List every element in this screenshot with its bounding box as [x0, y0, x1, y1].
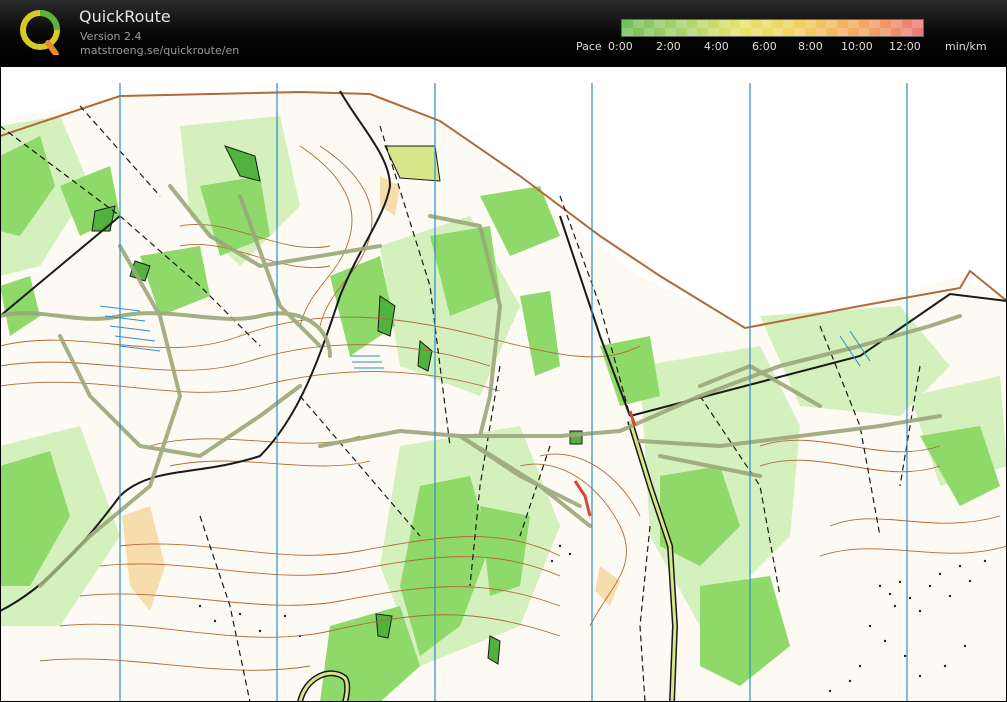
map-canvas[interactable] — [0, 66, 1007, 702]
pace-bar-cell — [772, 28, 784, 36]
pace-bar-cell — [880, 28, 891, 36]
pace-bar-cell — [622, 28, 633, 36]
pace-bar-cell — [869, 20, 880, 28]
orienteering-map[interactable] — [0, 66, 1007, 702]
pace-tick: 12:00 — [889, 40, 921, 53]
pace-bar-cell — [826, 20, 837, 28]
pace-bar-cell — [761, 20, 773, 28]
pace-tick: 6:00 — [752, 40, 777, 53]
pace-bar-cell — [890, 20, 902, 28]
app-version: Version 2.4 — [80, 30, 142, 43]
pace-bar-cell — [847, 20, 859, 28]
pace-tick: 0:00 — [608, 40, 633, 53]
pace-bar-cell — [837, 28, 848, 36]
pace-bar-cell — [912, 20, 923, 28]
pace-bar-cell — [815, 28, 827, 36]
pace-bar-cell — [783, 20, 794, 28]
pace-bar-cell — [794, 28, 805, 36]
pace-bar-cell — [729, 28, 741, 36]
app-title: QuickRoute — [79, 7, 171, 26]
pace-unit: min/km — [945, 40, 987, 53]
app-header: QuickRoute Version 2.4 matstroeng.se/qui… — [0, 0, 1007, 66]
pace-label: Pace — [576, 40, 602, 53]
pace-bar-cell — [643, 28, 655, 36]
pace-bar-cell — [804, 20, 816, 28]
pace-bar-cell — [740, 20, 751, 28]
pace-tick: 2:00 — [656, 40, 681, 53]
app-url[interactable]: matstroeng.se/quickroute/en — [80, 44, 239, 57]
pace-bar-cell — [632, 20, 644, 28]
pace-color-bar — [621, 19, 924, 37]
pace-bar-cell — [675, 20, 687, 28]
pace-bar-cell — [686, 28, 698, 36]
pace-bar-cell — [708, 28, 719, 36]
pace-bar-cell — [751, 28, 762, 36]
pace-bar-cell — [697, 20, 708, 28]
pace-bar-cell — [654, 20, 665, 28]
quickroute-logo-icon — [20, 10, 60, 55]
pace-bar-cell — [665, 28, 676, 36]
pace-tick: 8:00 — [798, 40, 823, 53]
pace-tick: 4:00 — [704, 40, 729, 53]
pace-bar-cell — [718, 20, 730, 28]
pace-bar-cell — [901, 28, 913, 36]
pace-tick: 10:00 — [841, 40, 873, 53]
pace-bar-cell — [858, 28, 870, 36]
